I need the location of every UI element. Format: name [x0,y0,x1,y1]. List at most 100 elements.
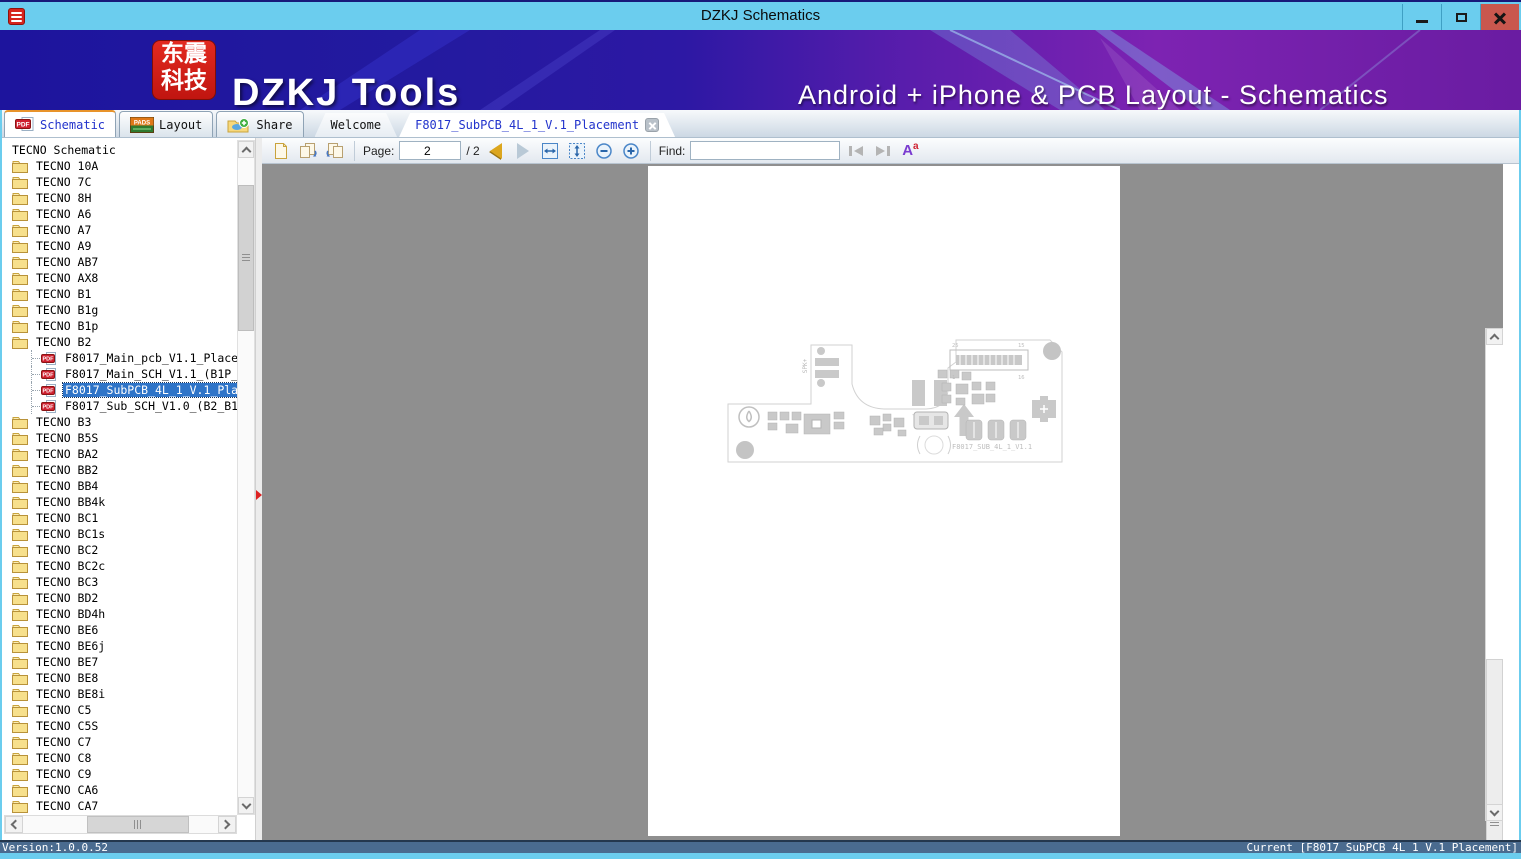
tree-item[interactable]: PDF TECNO BE6j [4,638,237,654]
folder-icon [12,416,28,429]
tree-item[interactable]: PDF TECNO BD4h [4,606,237,622]
tree-item[interactable]: PDF TECNO B1g [4,302,237,318]
previous-page-button[interactable] [485,140,507,162]
tree-item[interactable]: PDF TECNO CA6 [4,782,237,798]
pads-icon: PADS [130,116,155,133]
scroll-right-button[interactable] [218,816,236,833]
find-previous-button[interactable] [845,140,867,162]
toolbar-separator [649,140,651,161]
tree-item[interactable]: PDF TECNO BE7 [4,654,237,670]
tab-layout[interactable]: PADS Layout [119,111,214,137]
current-document-text: Current [F8017_SubPCB_4L_1_V.1_Placement… [1246,841,1518,854]
zoom-in-button[interactable] [620,140,642,162]
tree-item[interactable]: PDF TECNO BC2c [4,558,237,574]
find-input[interactable] [690,141,841,160]
tree-item[interactable]: PDF TECNO BE8 [4,670,237,686]
tab-close-icon[interactable] [645,118,659,132]
tree-item-label: TECNO BB2 [36,463,99,477]
tree-item[interactable]: PDF TECNO BC1 [4,510,237,526]
tree-hscroll-thumb[interactable] [87,816,189,833]
tab-schematic-label: Schematic [40,117,106,132]
tree-item[interactable]: PDF F8017_Sub_SCH_V1.0_(B2_B1P) [4,398,237,414]
tab-schematic[interactable]: PDF Schematic [4,110,117,137]
svg-text:16: 16 [1018,375,1025,381]
tree-item[interactable]: PDF TECNO BE8i [4,686,237,702]
scroll-down-button[interactable] [238,797,254,814]
tree-item[interactable]: PDF TECNO 7C [4,174,237,190]
tree-item[interactable]: PDF TECNO B2 [4,334,237,350]
minimize-button[interactable] [1402,4,1441,31]
find-next-button[interactable] [872,140,894,162]
match-case-button[interactable]: A a [899,140,921,162]
tree-item[interactable]: PDF TECNO AX8 [4,270,237,286]
rotate-left-button[interactable] [297,140,319,162]
tree-item-label: F8017_Sub_SCH_V1.0_(B2_B1P) [65,399,237,413]
tree-vertical-scrollbar[interactable] [237,140,255,815]
tree-item[interactable]: PDF TECNO BC3 [4,574,237,590]
tree-item[interactable]: PDF TECNO C9 [4,766,237,782]
scroll-down-button[interactable] [1486,804,1503,821]
tree-item[interactable]: PDF F8017_SubPCB_4L_1_V.1_Placement [4,382,237,398]
scroll-left-button[interactable] [5,816,23,833]
document-vscroll-thumb[interactable] [1486,659,1503,859]
pdf-icon: PDF [15,117,34,131]
close-button[interactable] [1480,4,1519,31]
folder-icon [12,544,28,557]
tab-document[interactable]: F8017_SubPCB_4L_1_V.1_Placement [399,113,675,137]
tree-item-label: TECNO BC3 [36,575,99,589]
tree-item[interactable]: PDF TECNO C5 [4,702,237,718]
tree-item[interactable]: PDF TECNO BC2 [4,542,237,558]
find-previous-icon [849,145,864,156]
tree-item[interactable]: PDF TECNO B1p [4,318,237,334]
scroll-up-button[interactable] [1486,328,1503,345]
tree-connector [28,366,41,382]
schematic-tree-panel: PDF TECNO Schematic [0,138,262,840]
tab-share[interactable]: Share [216,111,304,137]
tab-share-label: Share [256,117,293,132]
rotate-right-button[interactable] [324,140,346,162]
folder-icon [12,496,28,509]
tree-item[interactable]: PDF TECNO BB4 [4,478,237,494]
tree-item[interactable]: PDF TECNO BD2 [4,590,237,606]
tree-item[interactable]: PDF F8017_Main_pcb_V1.1_Placement [4,350,237,366]
folder-icon [12,528,28,541]
window-border-bottom [0,853,1521,859]
tree-item[interactable]: PDF TECNO AB7 [4,254,237,270]
document-vertical-scrollbar[interactable] [1485,328,1503,859]
folder-icon [12,624,28,637]
tree-item[interactable]: PDF TECNO B1 [4,286,237,302]
tree-item[interactable]: PDF TECNO A9 [4,238,237,254]
scroll-up-button[interactable] [238,141,254,158]
fit-width-button[interactable] [539,140,561,162]
tree-item[interactable]: PDF TECNO BC1s [4,526,237,542]
tree-item[interactable]: PDF TECNO BB4k [4,494,237,510]
tree-item[interactable]: PDF TECNO A7 [4,222,237,238]
tree-vscroll-thumb[interactable] [238,185,254,331]
panel-splitter[interactable] [255,138,262,840]
status-bar: Version:1.0.0.52 Current [F8017_SubPCB_4… [0,840,1521,853]
tree-item[interactable]: PDF TECNO Schematic [4,142,237,158]
tree-item[interactable]: PDF TECNO C5S [4,718,237,734]
tree-item[interactable]: PDF TECNO B5S [4,430,237,446]
zoom-out-button[interactable] [593,140,615,162]
tree-item[interactable]: PDF TECNO 8H [4,190,237,206]
tree-item[interactable]: PDF TECNO BB2 [4,462,237,478]
folder-icon [12,752,28,765]
tree-item[interactable]: PDF TECNO C8 [4,750,237,766]
single-page-button[interactable] [270,140,292,162]
fit-page-button[interactable] [566,140,588,162]
tree-item[interactable]: PDF TECNO C7 [4,734,237,750]
tree-item[interactable]: PDF TECNO BE6 [4,622,237,638]
tree-item[interactable]: PDF TECNO BA2 [4,446,237,462]
tree-item[interactable]: PDF TECNO A6 [4,206,237,222]
pdf-viewport[interactable]: SPK+ - VIB + [262,164,1503,859]
tree-item[interactable]: PDF F8017_Main_SCH_V1.1_(B1P_C1) [4,366,237,382]
page-number-input[interactable] [399,141,462,160]
tree-item[interactable]: PDF TECNO CA7 [4,798,237,814]
maximize-button[interactable] [1441,4,1480,31]
next-page-button[interactable] [512,140,534,162]
tab-welcome[interactable]: Welcome [315,113,398,137]
tree-item[interactable]: PDF TECNO B3 [4,414,237,430]
tree-item[interactable]: PDF TECNO 10A [4,158,237,174]
tree-horizontal-scrollbar[interactable] [4,815,237,834]
